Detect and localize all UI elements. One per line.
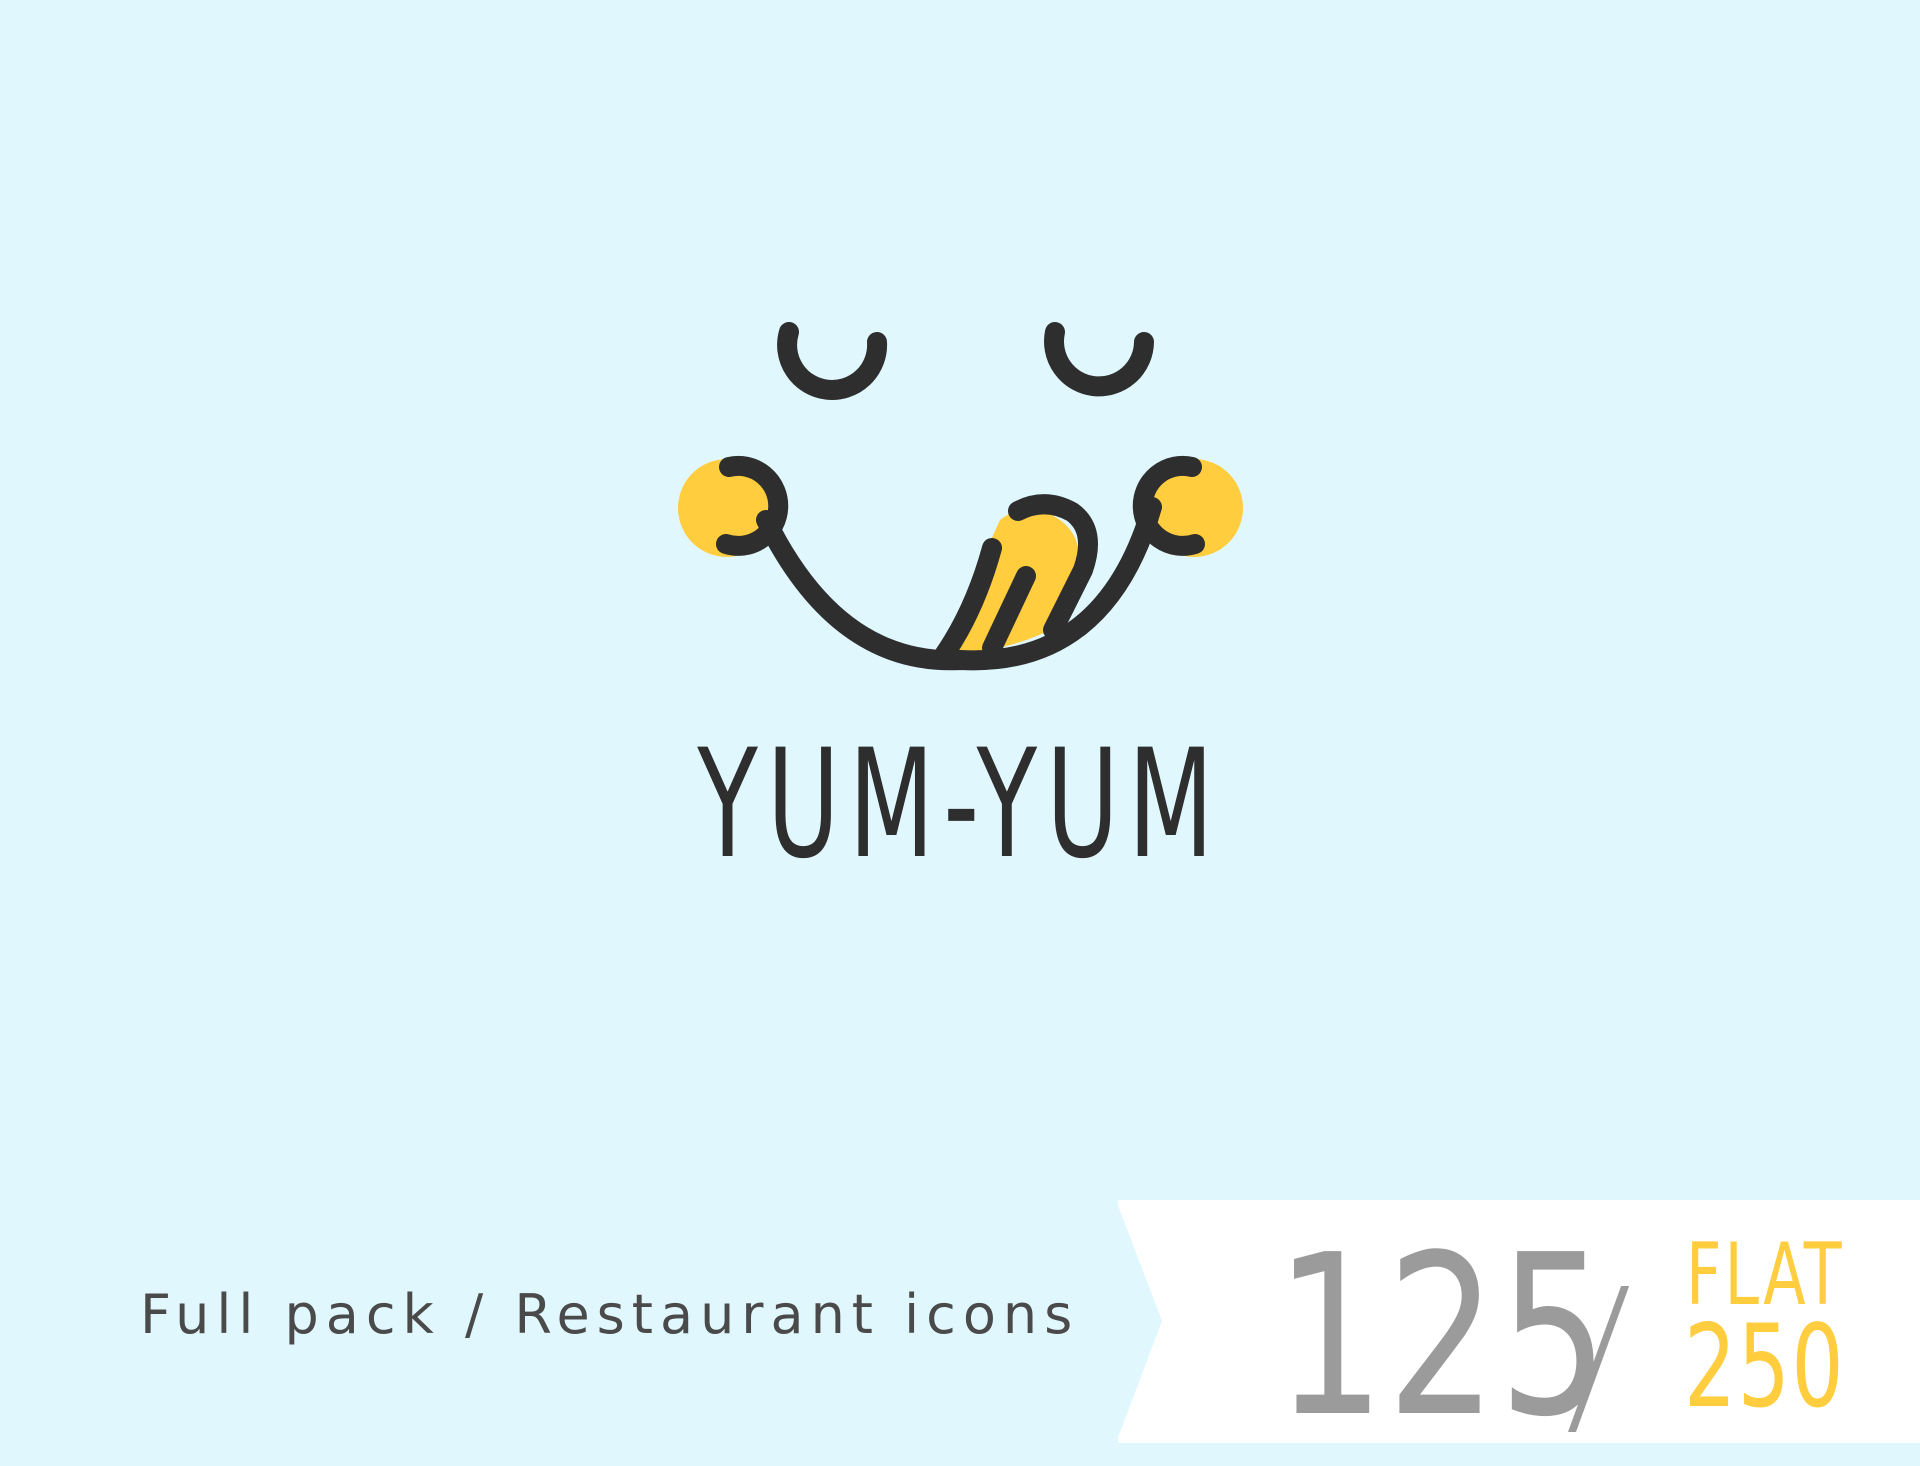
tagline: Full pack / Restaurant icons	[140, 1283, 1080, 1346]
flat-icon-count: 250	[1684, 1300, 1845, 1433]
right-eye	[1044, 322, 1154, 397]
outline-icon-count: 125	[1275, 1208, 1611, 1466]
panel-arrow-notch	[1116, 1200, 1162, 1443]
left-eye	[777, 322, 888, 400]
brand-title: YUM-YUM	[697, 718, 1223, 892]
